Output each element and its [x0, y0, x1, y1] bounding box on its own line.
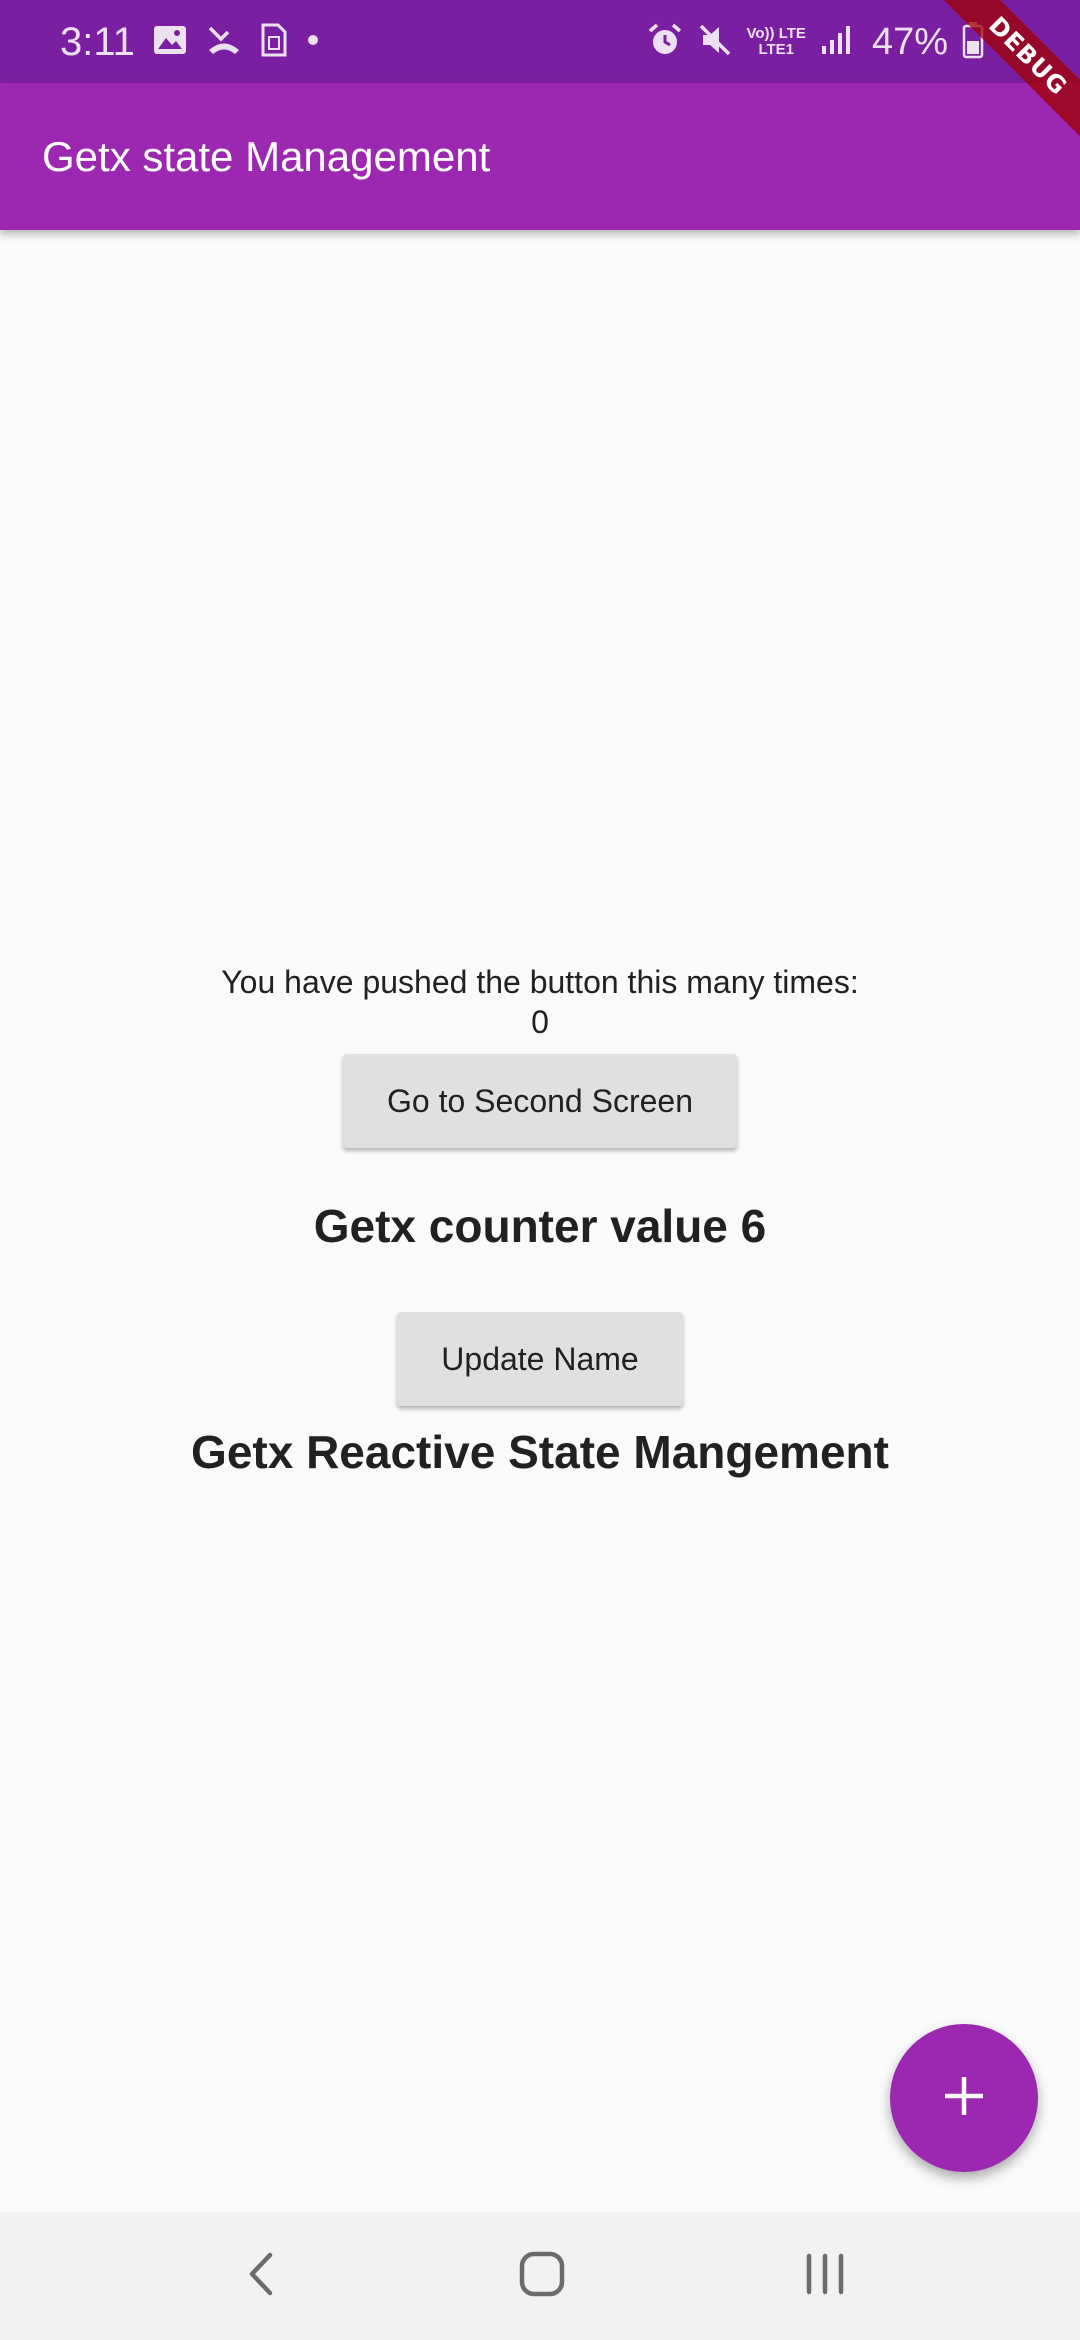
status-bar: 3:11 Vo)) LTE LTE1 47% — [0, 0, 1080, 83]
increment-fab[interactable] — [890, 2024, 1038, 2172]
alarm-icon — [647, 22, 683, 63]
page-title: Getx state Management — [42, 133, 491, 180]
nav-home-button[interactable] — [512, 2246, 572, 2306]
battery-percent: 47% — [871, 21, 948, 63]
signal-icon — [820, 24, 852, 61]
center-column: You have pushed the button this many tim… — [0, 962, 1080, 1480]
nav-back-button[interactable] — [232, 2246, 292, 2306]
go-to-second-screen-button[interactable]: Go to Second Screen — [343, 1054, 737, 1148]
back-icon — [242, 2249, 282, 2304]
push-count-value: 0 — [531, 1004, 549, 1040]
network-bottom-label: LTE1 — [758, 41, 794, 58]
home-icon — [518, 2250, 566, 2303]
getx-counter-text: Getx counter value 6 — [313, 1200, 767, 1252]
missed-call-icon — [206, 23, 242, 62]
pushed-count-label: You have pushed the button this many tim… — [221, 964, 859, 1000]
main-content: You have pushed the button this many tim… — [0, 230, 1080, 2212]
dot-icon — [306, 33, 320, 52]
update-name-button[interactable]: Update Name — [397, 1312, 683, 1406]
reactive-state-text: Getx Reactive State Mangement — [191, 1426, 889, 1478]
system-nav-bar — [0, 2212, 1080, 2340]
sim-card-icon — [260, 23, 288, 62]
network-type: Vo)) LTE LTE1 — [747, 26, 806, 58]
image-icon — [152, 24, 188, 61]
battery-icon — [962, 21, 984, 64]
status-left-icons — [152, 20, 320, 64]
app-bar: Getx state Management — [0, 83, 1080, 230]
recents-icon — [803, 2252, 847, 2301]
status-time: 3:11 — [60, 20, 135, 64]
status-right-icons: Vo)) LTE LTE1 47% — [647, 20, 985, 64]
nav-recents-button[interactable] — [795, 2246, 855, 2306]
network-top-label: Vo)) LTE — [746, 25, 806, 42]
mute-icon — [697, 22, 733, 63]
plus-icon — [942, 2074, 986, 2123]
